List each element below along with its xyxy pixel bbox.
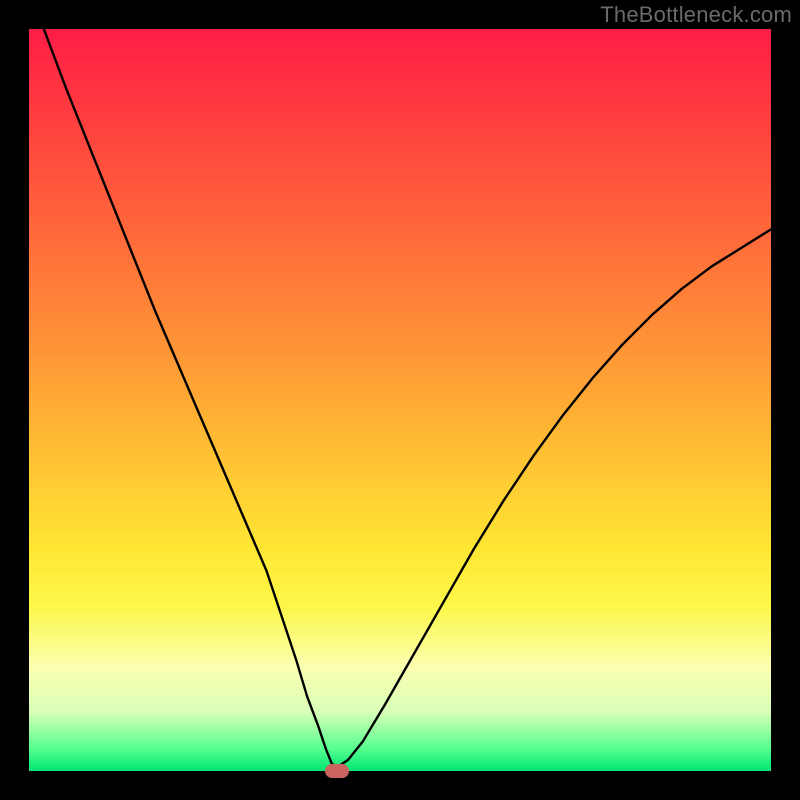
watermark-text: TheBottleneck.com bbox=[600, 2, 792, 28]
chart-frame: TheBottleneck.com bbox=[0, 0, 800, 800]
minimum-marker bbox=[325, 764, 349, 778]
chart-plot-area bbox=[29, 29, 771, 771]
bottleneck-curve bbox=[29, 29, 771, 771]
